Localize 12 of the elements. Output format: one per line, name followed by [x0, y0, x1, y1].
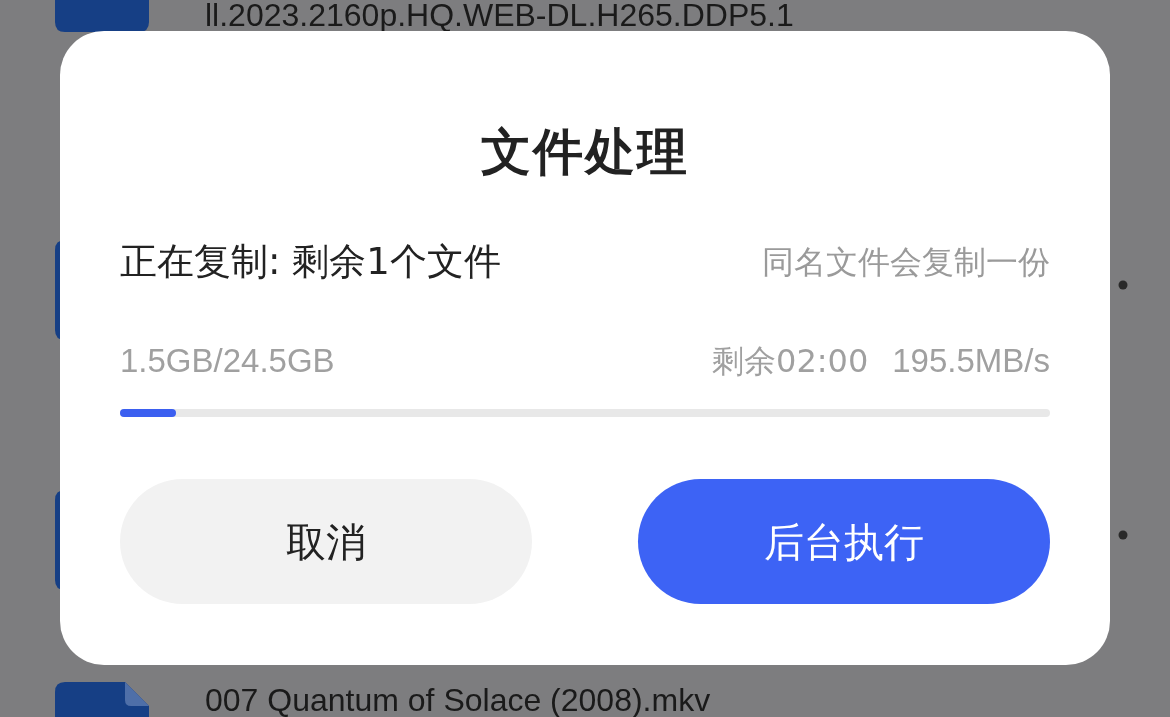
dialog-title: 文件处理 [481, 127, 689, 177]
time-remaining: 剩余02:00 [712, 344, 869, 377]
duplicate-note: 同名文件会复制一份 [762, 245, 1050, 278]
cancel-button[interactable]: 取消 [120, 479, 532, 604]
more-icon[interactable] [1118, 530, 1128, 540]
more-icon[interactable] [1118, 280, 1128, 290]
file-name[interactable]: 007 Quantum of Solace (2008).mkv [205, 684, 711, 716]
copy-status: 正在复制: 剩余1个文件 [120, 243, 501, 280]
run-in-background-button[interactable]: 后台执行 [638, 479, 1050, 604]
file-name[interactable]: ll.2023.2160p.HQ.WEB-DL.H265.DDP5.1 [205, 0, 794, 31]
transfer-speed: 195.5MB/s [892, 344, 1050, 377]
transferred-size: 1.5GB/24.5GB [120, 344, 335, 377]
